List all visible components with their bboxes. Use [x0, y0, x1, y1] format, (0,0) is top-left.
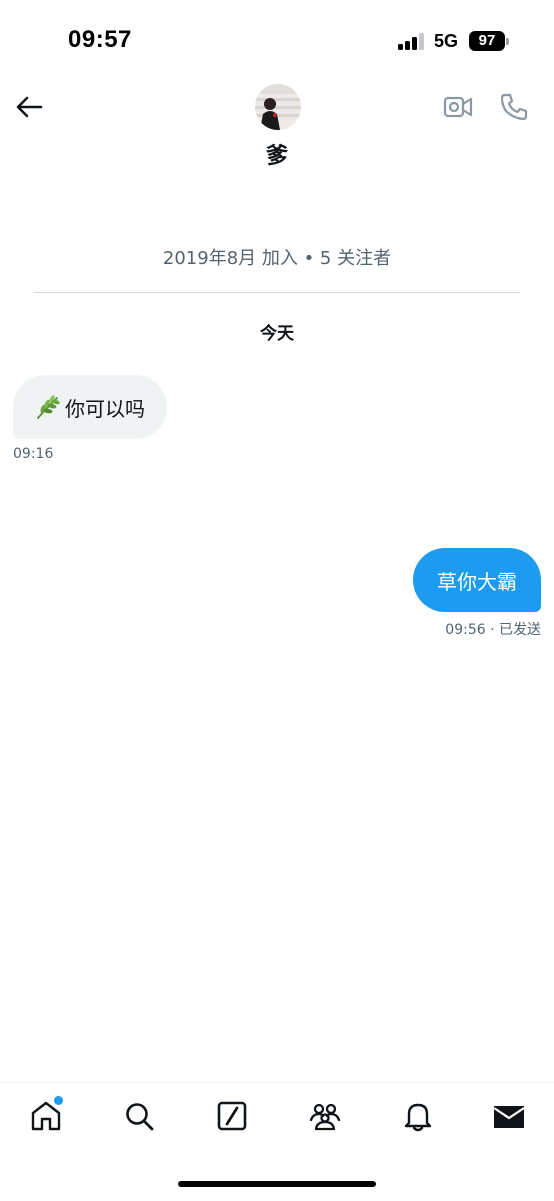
date-separator: 今天 [260, 324, 294, 344]
home-indicator [178, 1181, 376, 1187]
signal-strength-icon [398, 33, 424, 50]
network-type: 5G [434, 31, 459, 51]
message-status: 09:56 · 已发送 [445, 622, 541, 638]
message-text: 你可以吗 [65, 396, 145, 421]
notification-dot [54, 1096, 63, 1105]
battery-tip [506, 38, 509, 45]
message-text: 草你大霸 [437, 569, 517, 594]
avatar-image [255, 84, 301, 130]
grok-icon[interactable] [214, 1098, 250, 1134]
status-bar: 09:57 5G 97 [0, 0, 554, 80]
incoming-message-bubble[interactable]: 你可以吗 [13, 375, 167, 439]
back-arrow-icon[interactable] [12, 90, 46, 124]
phone-icon[interactable] [498, 91, 530, 123]
avatar[interactable] [255, 84, 301, 130]
herb-emoji-icon [37, 395, 60, 419]
status-time: 09:57 [68, 26, 132, 53]
video-camera-icon[interactable] [442, 91, 474, 123]
message-timestamp: 09:16 [13, 446, 54, 462]
divider [34, 292, 520, 293]
battery-indicator: 97 [469, 31, 505, 51]
conversation-title[interactable]: 爹 [0, 138, 554, 170]
profile-join-info: 2019年8月 加入 • 5 关注者 [162, 248, 392, 269]
mail-icon[interactable] [491, 1098, 527, 1134]
bell-icon[interactable] [400, 1098, 436, 1134]
search-icon[interactable] [121, 1098, 157, 1134]
outgoing-message-bubble[interactable]: 草你大霸 [413, 548, 541, 612]
communities-icon[interactable] [307, 1098, 343, 1134]
